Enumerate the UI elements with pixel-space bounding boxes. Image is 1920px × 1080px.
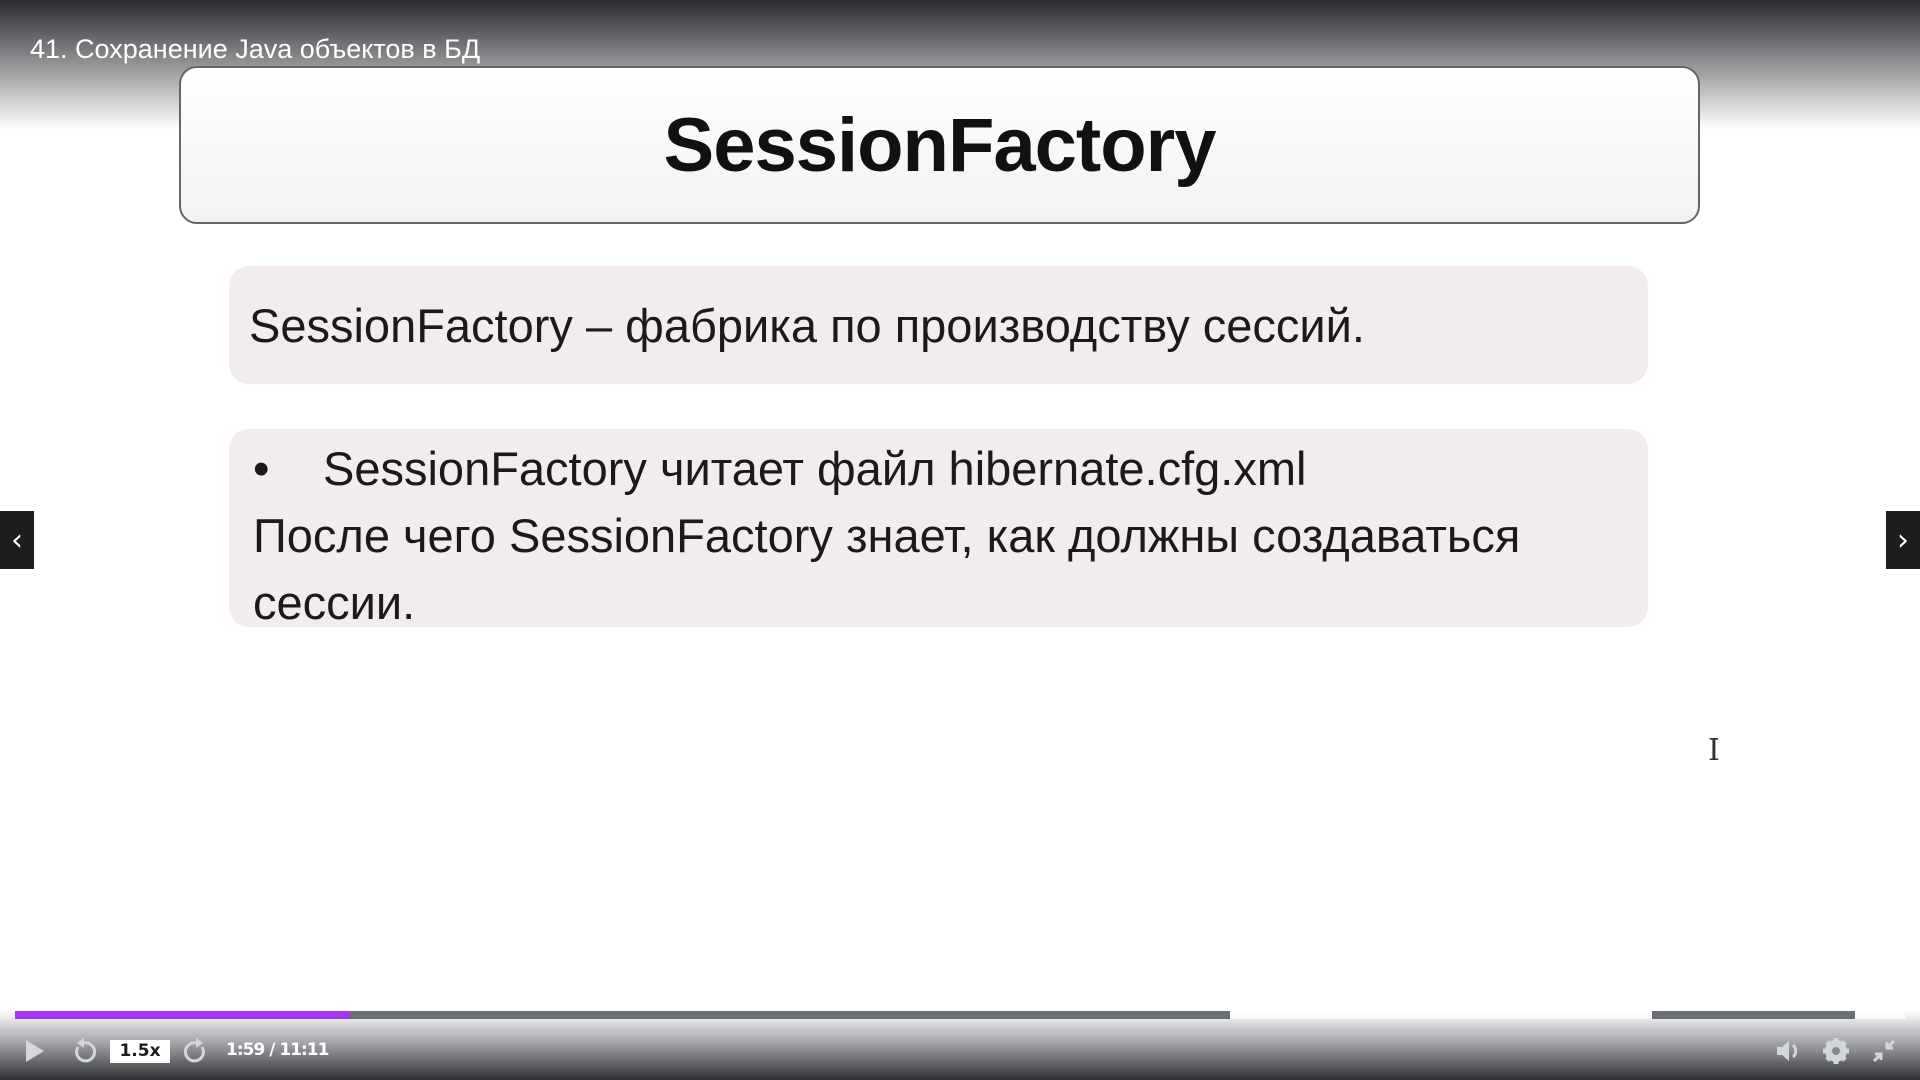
bullet-marker: •: [253, 442, 270, 495]
slide-title-box: SessionFactory: [179, 66, 1700, 224]
play-icon: [26, 1040, 44, 1062]
time-display: 1:59 / 11:11: [226, 1040, 329, 1060]
slide-heading: SessionFactory: [663, 102, 1217, 188]
chevron-right-icon: ›: [1897, 522, 1909, 558]
lecture-title: 41. Сохранение Java объектов в БД: [30, 34, 481, 64]
play-button[interactable]: [24, 1034, 46, 1068]
definition-text: SessionFactory – фабрика по производству…: [249, 299, 1365, 352]
playback-speed-button[interactable]: 1.5x: [110, 1040, 170, 1063]
volume-button[interactable]: [1776, 1034, 1802, 1068]
settings-button[interactable]: [1823, 1034, 1849, 1068]
chevron-left-icon: ‹: [11, 522, 23, 558]
next-lecture-button[interactable]: ›: [1886, 511, 1920, 569]
exit-fullscreen-icon: [1872, 1039, 1896, 1063]
exit-fullscreen-button[interactable]: [1872, 1034, 1896, 1068]
buffered-segment: [1652, 1011, 1855, 1019]
details-box: • SessionFactory читает файл hibernate.cf…: [229, 429, 1648, 629]
rewind-icon: [75, 1038, 96, 1063]
text-cursor-icon: I: [1708, 733, 1720, 768]
rewind-button[interactable]: [72, 1034, 96, 1068]
progress-bar[interactable]: [15, 1011, 1905, 1019]
continuation-line-1: После чего SessionFactory знает, как дол…: [253, 509, 1521, 562]
gear-icon: [1823, 1038, 1849, 1064]
previous-lecture-button[interactable]: ‹: [0, 511, 34, 569]
forward-button[interactable]: [184, 1034, 208, 1068]
volume-icon: [1777, 1041, 1798, 1061]
continuation-line-2: сессии.: [253, 576, 416, 629]
forward-icon: [184, 1038, 205, 1063]
progress-played: [15, 1011, 350, 1019]
definition-box: SessionFactory – фабрика по производству…: [229, 266, 1648, 384]
bullet-line: • SessionFactory читает файл hibernate.cf…: [253, 435, 1624, 502]
bullet-text: SessionFactory читает файл hibernate.cfg…: [323, 442, 1307, 495]
